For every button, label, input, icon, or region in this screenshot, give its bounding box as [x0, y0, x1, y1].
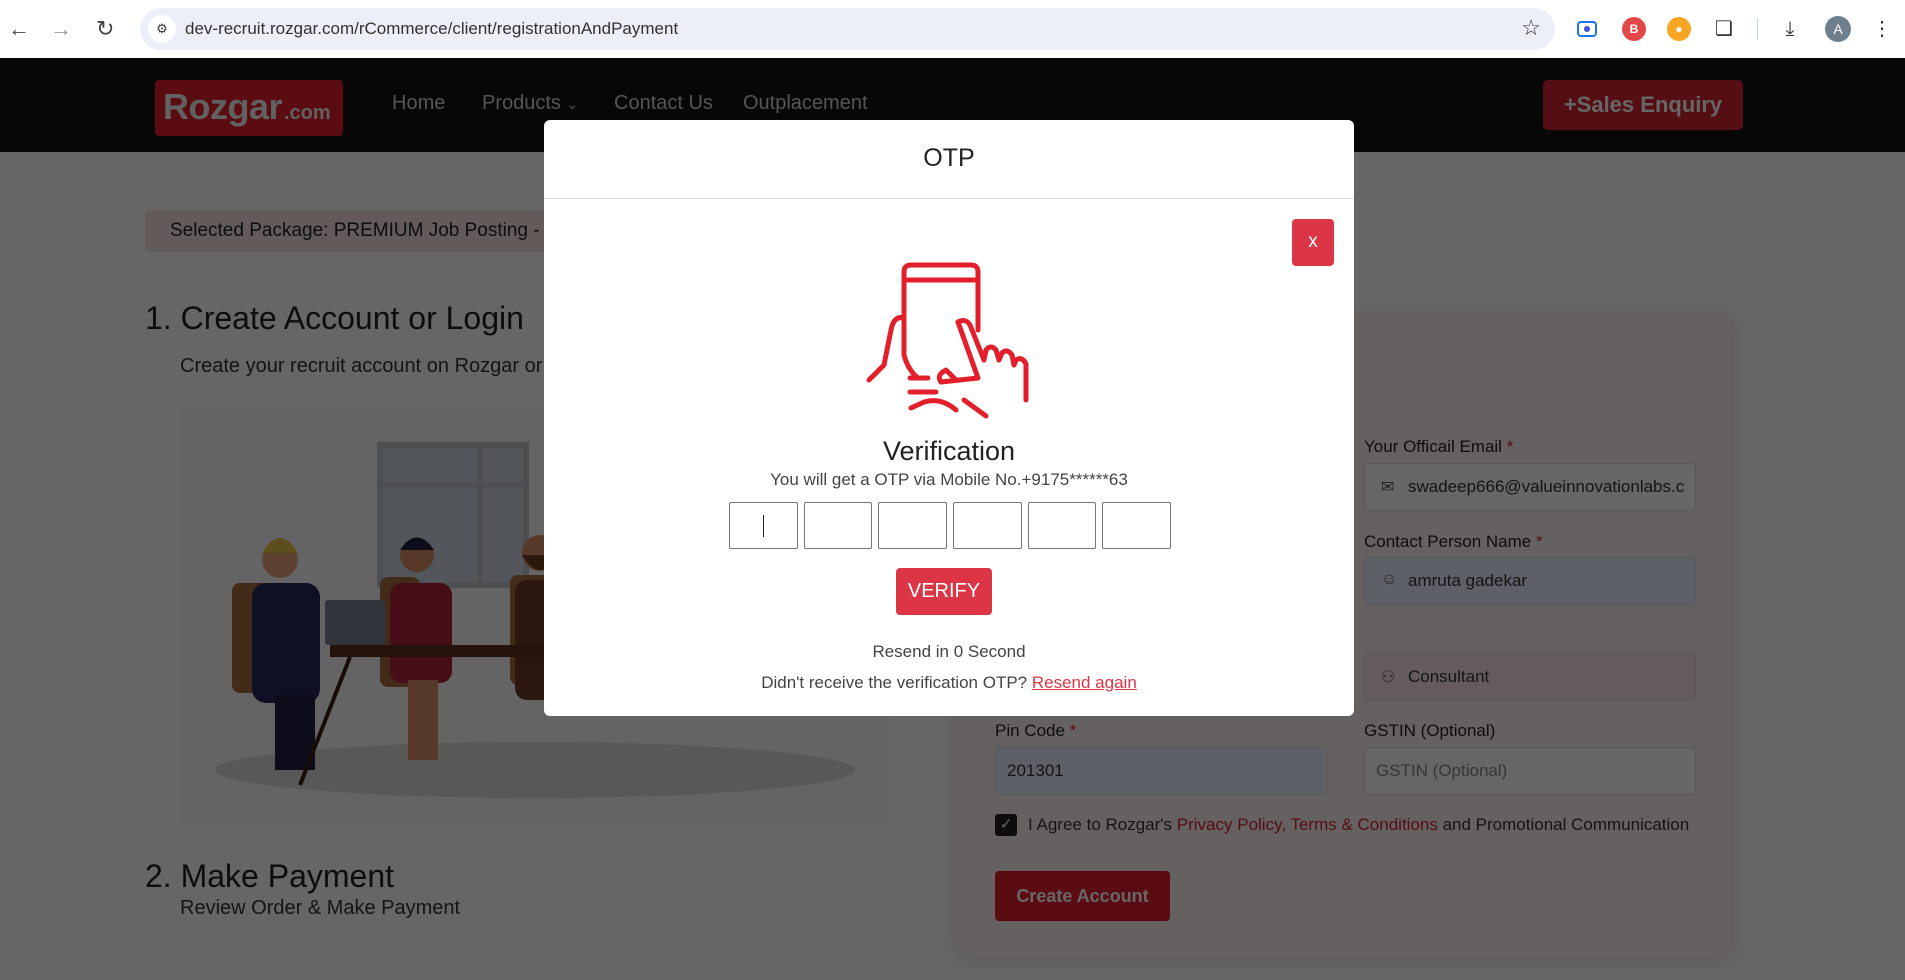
- resend-again-link[interactable]: Resend again: [1032, 673, 1137, 692]
- back-icon[interactable]: ←: [8, 17, 30, 41]
- verification-subtitle: You will get a OTP via Mobile No.+9175**…: [770, 470, 1128, 489]
- otp-modal: OTP x Verification You will get a OTP vi…: [544, 120, 1354, 716]
- address-bar[interactable]: ⚙ dev-recruit.rozgar.com/rCommerce/clien…: [140, 8, 1555, 50]
- verify-button[interactable]: VERIFY: [896, 568, 992, 615]
- verification-title: Verification: [882, 436, 1016, 466]
- otp-digit-5[interactable]: [1027, 502, 1097, 549]
- resend-timer: Resend in 0 Second: [872, 642, 1026, 661]
- text-caret: [763, 515, 764, 537]
- resend-row: Didn't receive the verification OTP? Res…: [544, 673, 1354, 693]
- phone-touch-icon: [866, 262, 1029, 419]
- browser-toolbar: ← → ↻ ⚙ dev-recruit.rozgar.com/rCommerce…: [0, 0, 1905, 58]
- otp-digit-1[interactable]: [729, 502, 798, 549]
- modal-divider: [544, 198, 1354, 199]
- url-text[interactable]: dev-recruit.rozgar.com/rCommerce/client/…: [185, 19, 678, 39]
- close-button[interactable]: x: [1292, 219, 1334, 266]
- profile-avatar[interactable]: A: [1825, 16, 1851, 42]
- modal-title: OTP: [923, 144, 975, 172]
- forward-icon[interactable]: →: [50, 17, 72, 41]
- otp-digit-3[interactable]: [878, 502, 948, 549]
- camera-tripod-icon[interactable]: ●: [1667, 17, 1691, 41]
- toolbar-divider: [1757, 18, 1758, 40]
- b-extension-icon[interactable]: B: [1622, 17, 1646, 41]
- puzzle-extensions-icon[interactable]: ❏: [1712, 17, 1736, 41]
- reload-icon[interactable]: ↻: [96, 17, 114, 41]
- screen-recorder-icon[interactable]: [1577, 21, 1597, 37]
- otp-input-group: [729, 502, 1172, 549]
- bookmark-star-icon[interactable]: ☆: [1521, 15, 1541, 41]
- resend-prompt: Didn't receive the verification OTP?: [761, 673, 1028, 692]
- download-icon[interactable]: ⤓: [1778, 17, 1802, 41]
- otp-digit-6[interactable]: [1102, 502, 1172, 549]
- site-settings-icon[interactable]: ⚙: [148, 15, 176, 43]
- otp-digit-2[interactable]: [803, 502, 873, 549]
- menu-kebab-icon[interactable]: ⋮: [1870, 17, 1894, 41]
- otp-digit-4[interactable]: [953, 502, 1022, 549]
